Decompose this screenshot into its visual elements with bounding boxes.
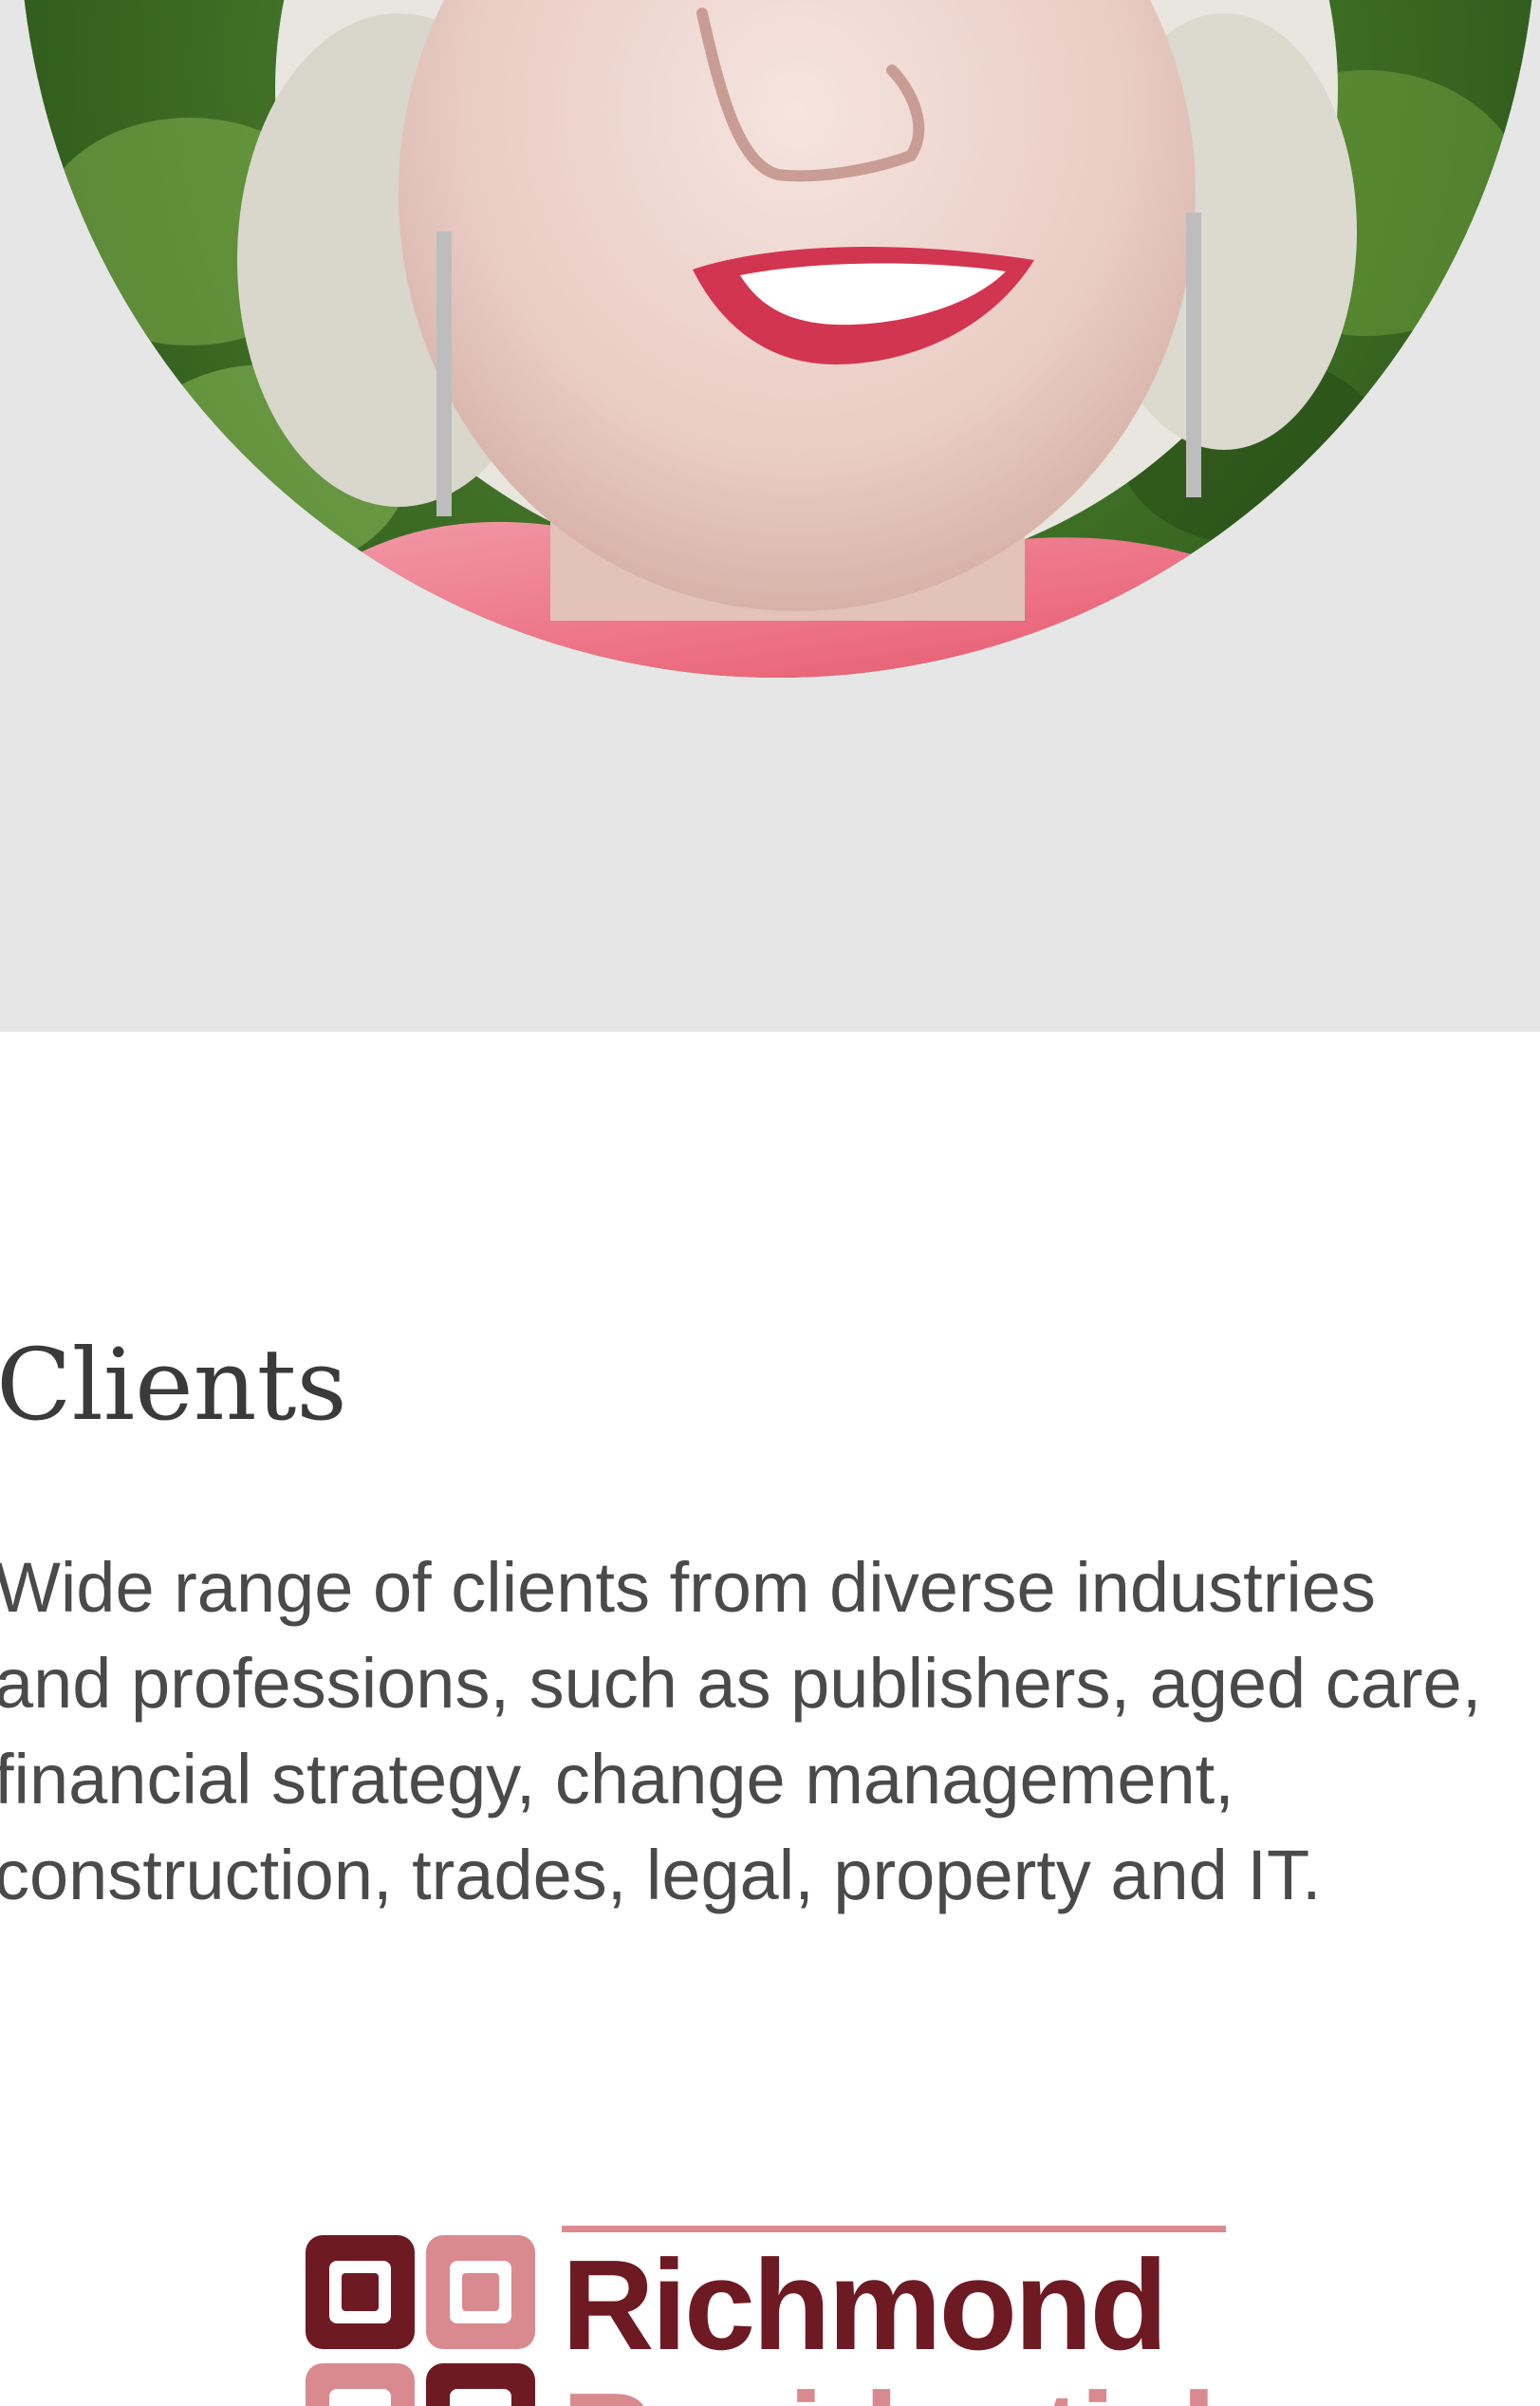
profile-portrait	[19, 0, 1537, 678]
clients-heading: Clients	[0, 1327, 347, 1443]
profile-hero	[0, 0, 1540, 1032]
clients-description-line: construction, trades, legal, property an…	[0, 1836, 1322, 1914]
logo-text-line2: Residential	[562, 2366, 1214, 2406]
clients-description: Wide range of clients from diverse indus…	[0, 1539, 1531, 1923]
logo-graphic: Richmond Residential	[306, 2226, 1226, 2406]
page: Clients Wide range of clients from diver…	[0, 0, 1540, 2406]
clients-description-line: and professions, such as publishers, age…	[0, 1644, 1482, 1723]
logo-text-line1: Richmond	[562, 2233, 1165, 2377]
logo-rule	[562, 2226, 1226, 2232]
clients-section: Clients Wide range of clients from diver…	[0, 1032, 1540, 2406]
logo-squares-icon	[306, 2235, 535, 2406]
clients-description-line: Wide range of clients from diverse indus…	[0, 1548, 1376, 1627]
portrait-image	[19, 0, 1537, 678]
clients-description-line: financial strategy, change management,	[0, 1740, 1234, 1818]
richmond-residential-logo[interactable]: Richmond Residential	[277, 2183, 1273, 2406]
